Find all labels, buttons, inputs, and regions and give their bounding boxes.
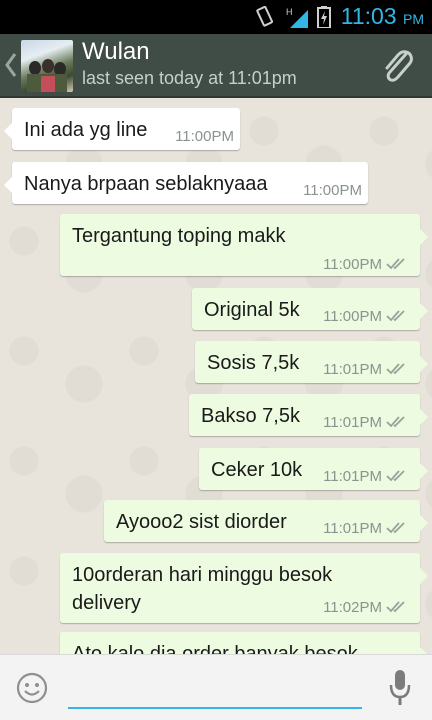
message-text: Ato kalo dia order banyak besok	[72, 643, 358, 654]
message-outgoing[interactable]: Ayooo2 sist diorder 11:01PM	[104, 500, 428, 542]
message-text: Original 5k	[204, 299, 300, 321]
message-time: 11:01PM	[323, 520, 382, 537]
double-check-icon	[386, 258, 405, 270]
message-text: Ceker 10k	[211, 459, 303, 481]
message-composer	[0, 654, 432, 720]
message-list[interactable]: Ini ada yg line 11:00PM Nanya brpaan seb…	[0, 98, 432, 654]
battery-icon	[317, 6, 331, 28]
message-time: 11:00PM	[323, 308, 382, 325]
svg-text:H: H	[286, 7, 293, 17]
double-check-icon	[386, 601, 405, 613]
message-text: Sosis 7,5k	[207, 352, 300, 374]
message-text: Tergantung toping makk	[72, 225, 286, 247]
avatar[interactable]	[21, 40, 73, 92]
double-check-icon	[386, 470, 405, 482]
message-text: Bakso 7,5k	[201, 405, 300, 427]
message-time: 11:01PM	[323, 414, 382, 431]
chevron-left-icon[interactable]	[4, 50, 18, 80]
message-outgoing[interactable]: Bakso 7,5k 11:01PM	[189, 394, 428, 436]
message-outgoing[interactable]: Ceker 10k 11:01PM	[199, 448, 428, 490]
double-check-icon	[386, 416, 405, 428]
message-input[interactable]	[68, 669, 362, 709]
paperclip-icon[interactable]	[378, 46, 418, 86]
signal-icon: H	[286, 7, 308, 28]
message-outgoing[interactable]: 10orderan hari minggu besok delivery 11:…	[60, 553, 428, 623]
message-time: 11:00PM	[303, 182, 362, 199]
double-check-icon	[386, 363, 405, 375]
message-text: Nanya brpaan seblaknyaaa	[24, 173, 268, 195]
message-time: 11:00PM	[323, 256, 382, 273]
clock: 11:03 PM	[340, 3, 424, 29]
smiley-icon[interactable]	[16, 672, 48, 704]
contact-name[interactable]: Wulan	[82, 38, 150, 66]
message-incoming[interactable]: Ini ada yg line 11:00PM	[4, 108, 240, 150]
message-outgoing[interactable]: Ato kalo dia order banyak besok	[60, 632, 428, 654]
message-time: 11:01PM	[323, 361, 382, 378]
profile-photo	[27, 59, 67, 92]
microphone-icon[interactable]	[388, 669, 412, 707]
last-seen-status: last seen today at 11:01pm	[82, 68, 297, 88]
double-check-icon	[386, 310, 405, 322]
message-time: 11:00PM	[175, 128, 234, 145]
status-bar: H 11:03 PM	[0, 0, 432, 34]
message-text: Ini ada yg line	[24, 119, 148, 141]
double-check-icon	[386, 522, 405, 534]
message-outgoing[interactable]: Tergantung toping makk 11:00PM	[60, 214, 428, 276]
screen-rotation-icon	[256, 6, 274, 27]
message-time: 11:01PM	[323, 468, 382, 485]
message-incoming[interactable]: Nanya brpaan seblaknyaaa 11:00PM	[4, 162, 368, 204]
message-time: 11:02PM	[323, 599, 382, 616]
message-outgoing[interactable]: Sosis 7,5k 11:01PM	[195, 341, 428, 383]
conversation-header[interactable]: Wulan last seen today at 11:01pm	[0, 34, 432, 98]
message-outgoing[interactable]: Original 5k 11:00PM	[192, 288, 428, 330]
message-text: Ayooo2 sist diorder	[116, 511, 287, 533]
